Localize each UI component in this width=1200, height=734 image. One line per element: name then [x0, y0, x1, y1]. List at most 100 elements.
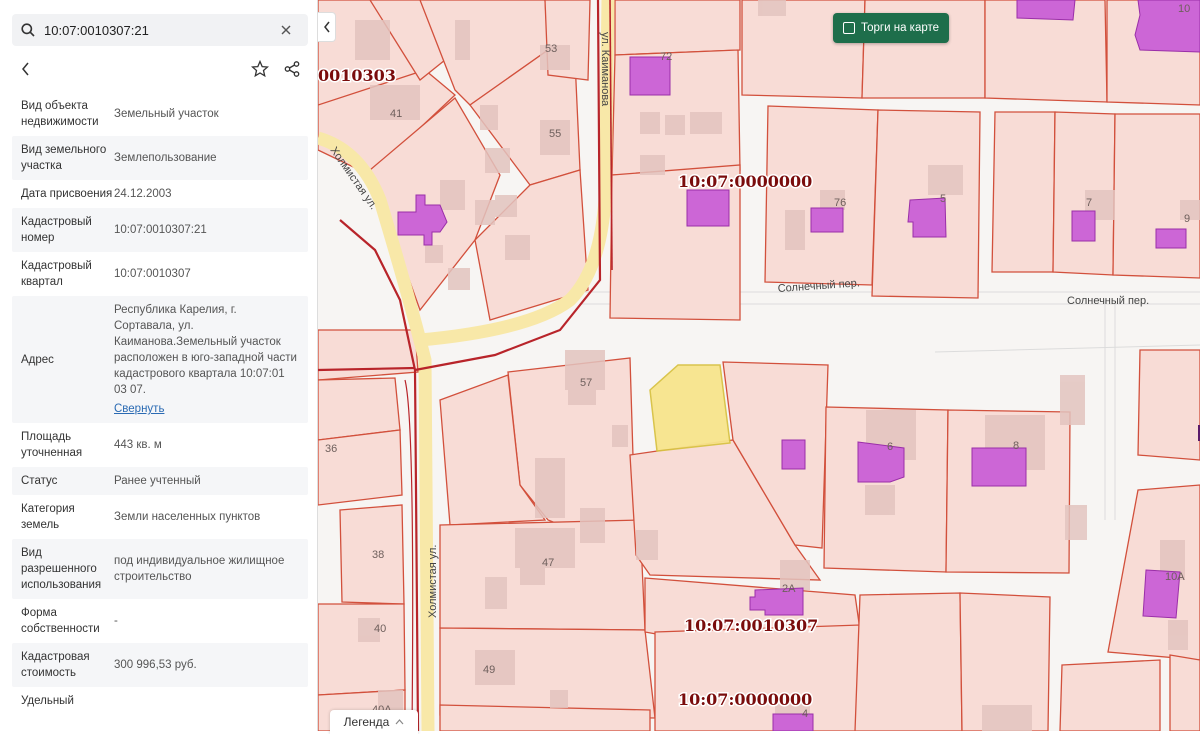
property-value: Республика Карелия, г. Сортавала, ул. Ка… [114, 302, 308, 417]
house-number-label: 57 [580, 377, 592, 389]
property-row: Адрес Республика Карелия, г. Сортавала, у… [12, 296, 308, 423]
house-number-label: 10 [1178, 3, 1190, 15]
search-icon[interactable] [12, 23, 44, 37]
house-number-label: 47 [542, 557, 554, 569]
collapse-address-link[interactable]: Свернуть [114, 401, 300, 417]
purple-parcel[interactable] [1155, 228, 1187, 249]
property-value-text: под индивидуальное жилищное строительств… [114, 555, 285, 583]
search-input[interactable] [44, 22, 272, 38]
property-key: Кадастровый номер [21, 216, 92, 244]
info-panel: Вид объекта недвижимости Земельный участо… [0, 0, 318, 731]
property-row: Дата присвоения 24.12.2003 [12, 180, 308, 208]
property-value: Землепользование [114, 142, 308, 174]
back-arrow-icon[interactable] [12, 55, 40, 83]
parcel[interactable] [1059, 659, 1161, 731]
map-canvas[interactable]: 53 41 55 72 76 5 7 9 57 6 8 36 38 40 47 … [318, 0, 1200, 731]
property-value: 10:07:0010307 [114, 258, 308, 290]
purple-parcel[interactable] [857, 441, 905, 483]
property-value-text: 10:07:0010307:21 [114, 224, 207, 236]
property-value: Ранее учтенный [114, 473, 308, 489]
house-number-label: 5 [940, 193, 946, 205]
property-key: Статус [21, 475, 58, 487]
property-value: - [114, 605, 308, 637]
clear-search-icon[interactable] [272, 25, 300, 35]
property-key: Форма собственности [21, 607, 100, 635]
parcel[interactable] [854, 592, 963, 731]
quarter-label: 10:07:0010307 [684, 616, 818, 635]
property-value-text: Ранее учтенный [114, 475, 201, 487]
property-value: 24.12.2003 [114, 186, 308, 202]
house-number-label: 4 [802, 708, 808, 720]
property-row: Вид земельного участка Землепользование [12, 136, 308, 180]
parcel[interactable] [318, 329, 419, 381]
property-value: под индивидуальное жилищное строительств… [114, 545, 308, 593]
torgi-checkbox[interactable] [842, 22, 855, 34]
parcel[interactable] [1169, 654, 1200, 731]
property-key: Дата присвоения [21, 188, 113, 200]
property-value-text: 300 996,53 руб. [114, 659, 197, 671]
purple-parcel[interactable] [1016, 0, 1076, 21]
chevron-up-icon [395, 719, 404, 725]
quarter-label: 10:07:0000000 [678, 172, 812, 191]
legend-button[interactable]: Легенда [330, 710, 418, 734]
property-row: Вид разрешенного использования под индиви… [12, 539, 308, 599]
parcel[interactable] [318, 377, 401, 441]
property-value-text: Республика Карелия, г. Сортавала, ул. Ка… [114, 304, 297, 396]
property-row: Кадастровый номер 10:07:0010307:21 [12, 208, 308, 252]
property-value-text: Землепользование [114, 152, 217, 164]
panel-header [12, 54, 308, 84]
parcel[interactable] [614, 0, 741, 56]
street-label: Солнечный пер. [1067, 295, 1149, 307]
parcel[interactable] [991, 111, 1056, 273]
property-key: Кадастровая стоимость [21, 651, 90, 679]
house-number-label: 36 [325, 443, 337, 455]
property-value-text: 24.12.2003 [114, 188, 172, 200]
property-value: 10:07:0010307:21 [114, 214, 308, 246]
house-number-label: 76 [834, 197, 846, 209]
collapse-panel-button[interactable] [318, 12, 336, 42]
property-key: Адрес [21, 353, 54, 366]
map-svg[interactable]: 53 41 55 72 76 5 7 9 57 6 8 36 38 40 47 … [318, 0, 1200, 731]
quarter-label: 0010303 [318, 66, 396, 85]
house-number-label: 41 [390, 108, 402, 120]
house-number-label: 10А [1165, 571, 1185, 583]
house-number-label: 53 [545, 43, 557, 55]
property-value-text: Земельный участок [114, 108, 219, 120]
house-number-label: 38 [372, 549, 384, 561]
street-label: Холмистая ул. [427, 545, 439, 619]
property-value [114, 693, 308, 709]
house-number-label: 40 [374, 623, 386, 635]
legend-label: Легенда [343, 715, 390, 729]
property-row: Удельный [12, 687, 308, 715]
purple-parcel[interactable] [781, 439, 806, 470]
torgi-label: Торги на карте [860, 22, 940, 34]
parcel[interactable] [654, 624, 861, 731]
parcel[interactable] [1112, 113, 1200, 279]
purple-parcel[interactable] [810, 207, 844, 233]
parcel[interactable] [318, 429, 403, 506]
parcel[interactable] [439, 627, 656, 719]
selected-parcel[interactable] [649, 364, 731, 452]
parcel[interactable] [318, 603, 406, 696]
star-icon[interactable] [244, 55, 276, 83]
share-icon[interactable] [276, 55, 308, 83]
property-row: Форма собственности - [12, 599, 308, 643]
torgi-toggle-button[interactable]: Торги на карте [833, 13, 949, 43]
property-key: Площадь уточненная [21, 431, 83, 459]
property-row: Площадь уточненная 443 кв. м [12, 423, 308, 467]
purple-parcel[interactable] [686, 189, 730, 227]
property-value-text: 10:07:0010307 [114, 268, 191, 280]
street-label: ул. Каиманова [599, 32, 611, 107]
purple-parcel[interactable] [1134, 0, 1200, 53]
purple-parcel[interactable] [971, 447, 1027, 487]
property-value-text: - [114, 615, 118, 627]
house-number-label: 72 [660, 51, 672, 63]
property-value-text: 443 кв. м [114, 439, 162, 451]
parcel[interactable] [1137, 349, 1200, 461]
property-row: Кадастровый квартал 10:07:0010307 [12, 252, 308, 296]
search-bar [12, 14, 308, 46]
purple-parcel[interactable] [1071, 210, 1096, 242]
quarter-label: 10:07:0000000 [678, 690, 812, 709]
parcel[interactable] [439, 704, 651, 731]
property-key: Категория земель [21, 503, 75, 531]
